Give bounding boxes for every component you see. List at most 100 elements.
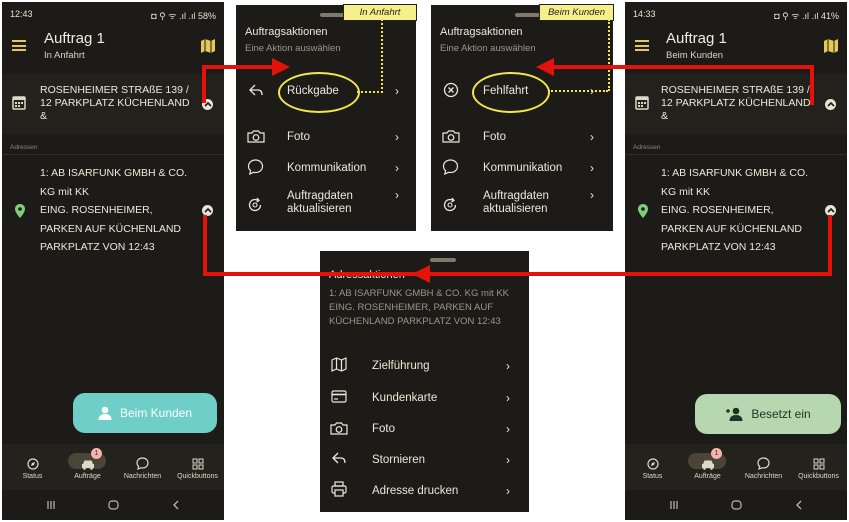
action-label: Kundenkarte <box>372 392 438 404</box>
chevron-up-icon[interactable] <box>825 99 836 110</box>
camera-icon <box>247 130 265 143</box>
calendar-icon <box>12 96 26 110</box>
highlight-rueckgabe <box>278 72 360 113</box>
nav-label: Quickbuttons <box>798 473 839 480</box>
chevron-right-icon: › <box>590 161 594 175</box>
connector-dotted <box>357 19 383 93</box>
nav-auftraege[interactable]: 1 Aufträge <box>60 448 115 480</box>
stop-text: 1: AB ISARFUNK GMBH & CO. KG mit KK EING… <box>40 164 187 257</box>
compass-icon <box>646 458 659 470</box>
back-icon[interactable] <box>795 500 803 510</box>
bottom-navigation: Status 1 Aufträge Nachrichten Quickbutto… <box>625 444 847 490</box>
nav-label: Status <box>22 473 43 480</box>
nav-label: Aufträge <box>694 473 721 480</box>
description-line: 1: AB ISARFUNK GMBH & CO. KG mit KK <box>329 288 510 299</box>
system-nav-bar <box>625 490 847 520</box>
sheet-subtitle: Eine Aktion auswählen <box>245 43 341 54</box>
action-label: Auftragdaten aktualisieren <box>483 190 549 216</box>
address-line: ROSENHEIMER STRAßE 139 / <box>40 84 189 96</box>
address-stop[interactable]: 1: AB ISARFUNK GMBH & CO. KG mit KK EING… <box>2 160 224 270</box>
camera-icon <box>330 422 348 435</box>
action-label: Adresse drucken <box>372 485 459 497</box>
action-auftragdaten[interactable]: Auftragdaten aktualisieren › <box>236 188 416 222</box>
map-icon[interactable] <box>823 38 839 54</box>
arrow-line <box>548 65 814 69</box>
arrow-line <box>203 215 207 276</box>
sheet-description: 1: AB ISARFUNK GMBH & CO. KG mit KK EING… <box>329 287 509 329</box>
stop-line: PARKEN AUF KÜCHENLAND <box>40 222 182 235</box>
menu-icon[interactable] <box>12 40 26 51</box>
order-address-row[interactable]: ROSENHEIMER STRAßE 139 / 12 PARKPLATZ KÜ… <box>2 74 224 134</box>
section-label: Adressen <box>10 144 38 151</box>
action-zielfuehrung[interactable]: Zielführung › <box>320 353 529 379</box>
action-stornieren[interactable]: Stornieren › <box>320 447 529 473</box>
recents-icon[interactable] <box>669 500 679 510</box>
order-address-text: ROSENHEIMER STRAßE 139 / 12 PARKPLATZ KÜ… <box>40 84 190 123</box>
undo-arrow-icon <box>332 452 346 464</box>
stop-line: PARKPLATZ VON 12:43 <box>661 241 776 253</box>
arrow-line <box>202 67 206 103</box>
status-time: 14:33 <box>633 9 656 19</box>
printer-icon <box>331 481 347 497</box>
compass-icon <box>26 458 39 470</box>
chat-icon <box>757 457 770 470</box>
left-phone-screen: 12:43 ◘ ⚲ ᯤ .ıl .ıl 58% Auftrag 1 In Anf… <box>2 2 224 520</box>
camera-icon <box>442 130 460 143</box>
action-kundenkarte[interactable]: Kundenkarte › <box>320 385 529 411</box>
stop-line: EING. ROSENHEIMER, <box>40 204 153 216</box>
calendar-icon <box>635 96 649 110</box>
divider <box>2 154 224 155</box>
chevron-right-icon: › <box>395 188 399 202</box>
fab-label: Besetzt ein <box>751 407 811 421</box>
sheet-title: Auftragsaktionen <box>245 26 328 38</box>
address-stop[interactable]: 1: AB ISARFUNK GMBH & CO. KG mit KK EING… <box>625 160 847 270</box>
action-kommunikation[interactable]: Kommunikation › <box>431 156 613 182</box>
taxi-icon <box>701 460 714 470</box>
nav-label: Aufträge <box>74 473 101 480</box>
action-auftragdaten[interactable]: Auftragdaten aktualisieren › <box>431 188 613 222</box>
chat-icon <box>442 159 459 175</box>
description-line: KÜCHENLAND PARKPLATZ VON 12:43 <box>329 316 501 327</box>
home-icon[interactable] <box>108 500 119 510</box>
stop-line: EING. ROSENHEIMER, <box>661 204 774 216</box>
sheet-title: Auftragsaktionen <box>440 26 523 38</box>
nav-status[interactable]: Status <box>625 452 680 480</box>
taxi-icon <box>81 460 94 470</box>
chevron-right-icon: › <box>506 453 510 467</box>
nav-quickbuttons[interactable]: Quickbuttons <box>791 452 846 480</box>
nav-label: Nachrichten <box>123 473 162 480</box>
action-adresse-drucken[interactable]: Adresse drucken › <box>320 478 529 504</box>
chevron-right-icon: › <box>506 359 510 373</box>
map-icon[interactable] <box>200 38 216 54</box>
stop-line: PARKPLATZ VON 12:43 <box>40 241 155 253</box>
fab-label: Beim Kunden <box>119 406 193 420</box>
status-icons: ◘ ⚲ ᯤ .ıl .ıl 58% <box>151 11 216 21</box>
menu-icon[interactable] <box>635 40 649 51</box>
description-line: EING. ROSENHEIMER, PARKEN AUF <box>329 302 493 313</box>
back-icon[interactable] <box>172 500 180 510</box>
recents-icon[interactable] <box>46 500 56 510</box>
sheet-handle[interactable] <box>430 258 456 262</box>
home-icon[interactable] <box>731 500 742 510</box>
chat-icon <box>247 159 264 175</box>
action-foto[interactable]: Foto › <box>431 125 613 151</box>
stop-line: KG mit KK <box>661 185 711 198</box>
nav-nachrichten[interactable]: Nachrichten <box>736 452 791 480</box>
address-line: 12 PARKPLATZ KÜCHENLAND <box>40 97 190 109</box>
beim-kunden-button[interactable]: Beim Kunden <box>73 393 217 433</box>
nav-nachrichten[interactable]: Nachrichten <box>115 452 170 480</box>
status-icons: ◘ ⚲ ᯤ .ıl .ıl 41% <box>774 11 839 21</box>
action-foto[interactable]: Foto › <box>320 416 529 442</box>
arrow-line <box>425 272 832 276</box>
action-label: Auftragdaten aktualisieren <box>287 190 353 216</box>
nav-auftraege[interactable]: 1 Aufträge <box>680 448 735 480</box>
chevron-right-icon: › <box>590 188 594 202</box>
nav-quickbuttons[interactable]: Quickbuttons <box>170 452 224 480</box>
action-foto[interactable]: Foto › <box>236 125 416 151</box>
nav-status[interactable]: Status <box>5 452 60 480</box>
location-pin-icon <box>638 204 648 218</box>
sheet-handle[interactable] <box>515 13 541 17</box>
action-kommunikation[interactable]: Kommunikation › <box>236 156 416 182</box>
besetzt-ein-button[interactable]: Besetzt ein <box>695 394 841 434</box>
stop-line: KG mit KK <box>40 185 90 198</box>
